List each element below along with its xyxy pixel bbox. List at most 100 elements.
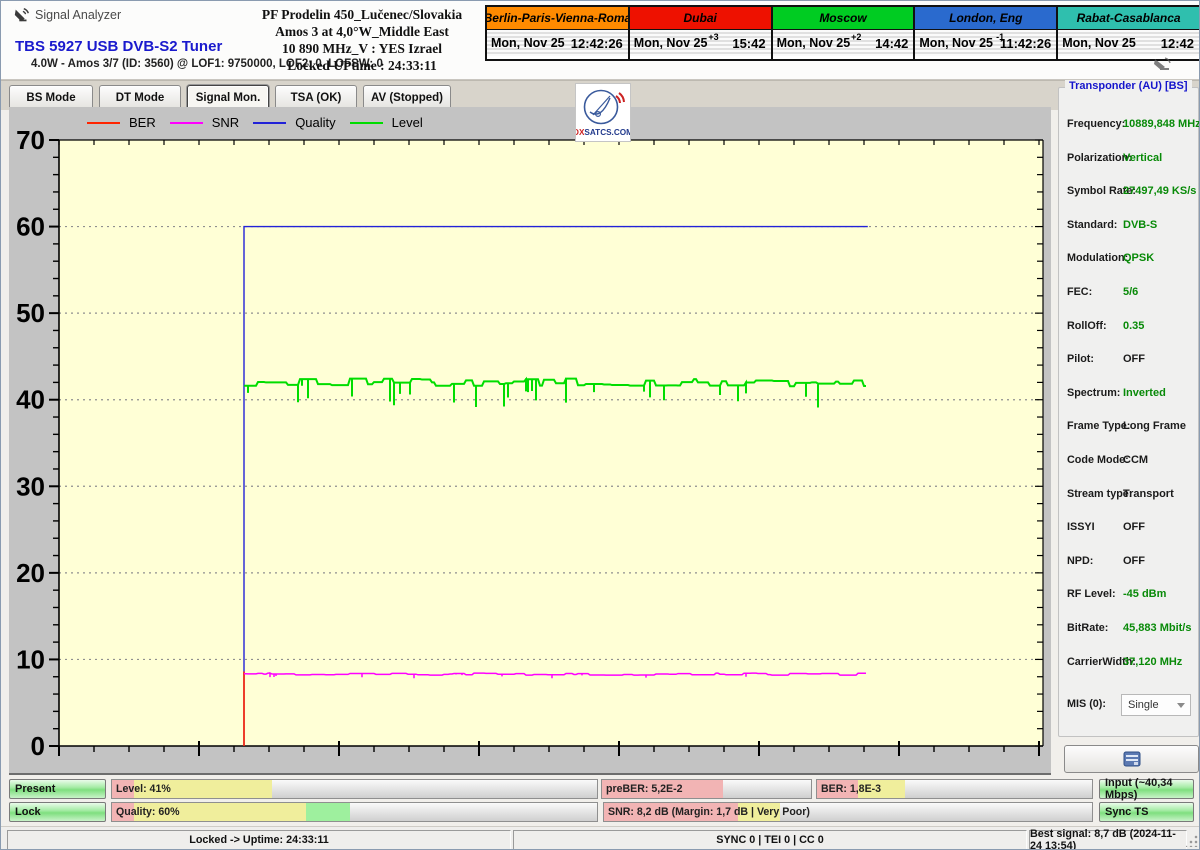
status-sync-counters: SYNC 0 | TEI 0 | CC 0 <box>513 830 1027 850</box>
mis-row: MIS (0): Single <box>1059 698 1198 720</box>
clock-utc-offset: +3 <box>708 32 718 42</box>
svg-text:70: 70 <box>16 125 45 155</box>
field-value: 45,883 Mbit/s <box>1123 622 1191 634</box>
clock-time: 15:42 <box>732 36 765 51</box>
clock-city-label: Moscow <box>773 7 914 30</box>
clock-date: Mon, Nov 25 <box>919 36 993 50</box>
clock-date: Mon, Nov 25 <box>634 36 708 50</box>
legend-snr: SNR <box>170 115 239 130</box>
signal-chart-panel: BER SNR Quality Level <box>9 107 1051 775</box>
legend-ber-swatch <box>87 122 120 124</box>
legend-snr-swatch <box>170 122 203 124</box>
input-indicator[interactable]: Input (~40,34 Mbps) <box>1099 779 1194 799</box>
field-label: Spectrum: <box>1067 387 1120 399</box>
dxsatcs-logo: DXSATCS.COM <box>575 83 631 142</box>
clock-rabat: Rabat-Casablanca Mon, Nov 25 12:42 <box>1058 7 1199 59</box>
site-line-3: 10 890 MHz_V : YES Izrael <box>239 40 485 57</box>
legend-level-swatch <box>350 122 383 124</box>
clock-city-label: Berlin-Paris-Vienna-Roma <box>487 7 628 30</box>
field-label: FEC: <box>1067 286 1092 298</box>
site-line-4: Locked UPtime : 24:33:11 <box>239 57 485 74</box>
legend-quality: Quality <box>253 115 335 130</box>
field-label: RollOff: <box>1067 320 1107 332</box>
clock-time-cell: Mon, Nov 25 +2 14:42 <box>773 30 914 56</box>
world-clocks: Berlin-Paris-Vienna-Roma Mon, Nov 25 12:… <box>485 5 1200 61</box>
snr-bar: SNR: 8,2 dB (Margin: 1,7 dB | Very Poor) <box>603 802 1093 822</box>
sync-ts-indicator[interactable]: Sync TS <box>1099 802 1194 822</box>
present-indicator[interactable]: Present <box>9 779 106 799</box>
svg-text:50: 50 <box>16 298 45 328</box>
field-value: 37,120 MHz <box>1123 656 1182 668</box>
field-value: -45 dBm <box>1123 588 1166 600</box>
lock-indicator[interactable]: Lock <box>9 802 106 822</box>
save-drive-icon <box>1123 751 1141 767</box>
clock-date: Mon, Nov 25 <box>1062 36 1136 50</box>
field-label: ISSYI <box>1067 521 1095 533</box>
svg-text:30: 30 <box>16 471 45 501</box>
clock-time: 12:42 <box>1161 36 1194 51</box>
satellite-dish-icon <box>1153 57 1173 71</box>
satellite-dish-icon <box>13 6 31 24</box>
field-value: Vertical <box>1123 152 1162 164</box>
clock-city-label: Dubai <box>630 7 771 30</box>
field-value: 0.35 <box>1123 320 1144 332</box>
field-label: Pilot: <box>1067 353 1094 365</box>
mis-label: MIS (0): <box>1067 698 1106 710</box>
field-value: 27497,49 KS/s <box>1123 185 1196 197</box>
field-value: CCM <box>1123 454 1148 466</box>
svg-text:10: 10 <box>16 644 45 674</box>
field-value: Inverted <box>1123 387 1166 399</box>
preber-bar: preBER: 5,2E-2 <box>601 779 812 799</box>
site-info-block: PF Prodelin 450_Lučenec/Slovakia Amos 3 … <box>239 6 485 74</box>
status-uptime: Locked -> Uptime: 24:33:11 <box>7 830 511 850</box>
clock-moscow: Moscow Mon, Nov 25 +2 14:42 <box>773 7 916 59</box>
clock-time-cell: Mon, Nov 25 -1 11:42:26 <box>915 30 1056 56</box>
quality-bar: Quality: 60% <box>111 802 598 822</box>
field-value: OFF <box>1123 353 1145 365</box>
clock-time-cell: Mon, Nov 25 12:42 <box>1058 30 1199 56</box>
clock-london: London, Eng Mon, Nov 25 -1 11:42:26 <box>915 7 1058 59</box>
field-label: Modulation: <box>1067 252 1128 264</box>
clock-time: 14:42 <box>875 36 908 51</box>
clock-utc-offset: +2 <box>851 32 861 42</box>
field-value: QPSK <box>1123 252 1154 264</box>
chart-legend: BER SNR Quality Level <box>87 115 423 130</box>
clock-city-label: London, Eng <box>915 7 1056 30</box>
clock-time-cell: Mon, Nov 25 12:42:26 <box>487 30 628 56</box>
legend-quality-swatch <box>253 122 286 124</box>
status-bar: Locked -> Uptime: 24:33:11 SYNC 0 | TEI … <box>1 826 1200 850</box>
transponder-panel: Transponder (AU) [BS] Frequency:10889,84… <box>1058 87 1199 737</box>
clock-time: 12:42:26 <box>571 36 623 51</box>
field-label: Frame Type: <box>1067 420 1130 432</box>
clock-time-cell: Mon, Nov 25 +3 15:42 <box>630 30 771 56</box>
resize-grip[interactable] <box>1186 835 1198 847</box>
clock-berlin: Berlin-Paris-Vienna-Roma Mon, Nov 25 12:… <box>487 7 630 59</box>
clock-date: Mon, Nov 25 <box>777 36 851 50</box>
field-label: RF Level: <box>1067 588 1116 600</box>
dxsatcs-logo-graphic: DXSATCS.COM <box>576 84 630 141</box>
field-value: 5/6 <box>1123 286 1138 298</box>
chevron-down-icon <box>1177 703 1185 708</box>
clock-time: 11:42:26 <box>1000 36 1051 51</box>
mis-selected-value: Single <box>1128 699 1159 711</box>
ber-bar: BER: 1,8E-3 <box>816 779 1093 799</box>
svg-text:60: 60 <box>16 212 45 242</box>
field-value: DVB-S <box>1123 219 1157 231</box>
field-value: Long Frame <box>1123 420 1186 432</box>
mis-select[interactable]: Single <box>1121 694 1191 716</box>
clock-dubai: Dubai Mon, Nov 25 +3 15:42 <box>630 7 773 59</box>
window-title: Signal Analyzer <box>35 8 121 22</box>
field-value: OFF <box>1123 555 1145 567</box>
site-line-2: Amos 3 at 4,0°W_Middle East <box>239 23 485 40</box>
field-value: 10889,848 MHz <box>1123 118 1200 130</box>
clock-city-label: Rabat-Casablanca <box>1058 7 1199 30</box>
field-label: Frequency: <box>1067 118 1125 130</box>
field-label: Code Mode: <box>1067 454 1129 466</box>
signal-analyzer-window: Signal Analyzer TBS 5927 USB DVB-S2 Tune… <box>0 0 1200 850</box>
header-band: Signal Analyzer TBS 5927 USB DVB-S2 Tune… <box>1 1 1200 80</box>
transponder-panel-title: Transponder (AU) [BS] <box>1065 80 1192 92</box>
svg-text:DXSATCS.COM: DXSATCS.COM <box>576 128 630 137</box>
field-label: NPD: <box>1067 555 1093 567</box>
save-button[interactable] <box>1064 745 1199 773</box>
field-value: OFF <box>1123 521 1145 533</box>
